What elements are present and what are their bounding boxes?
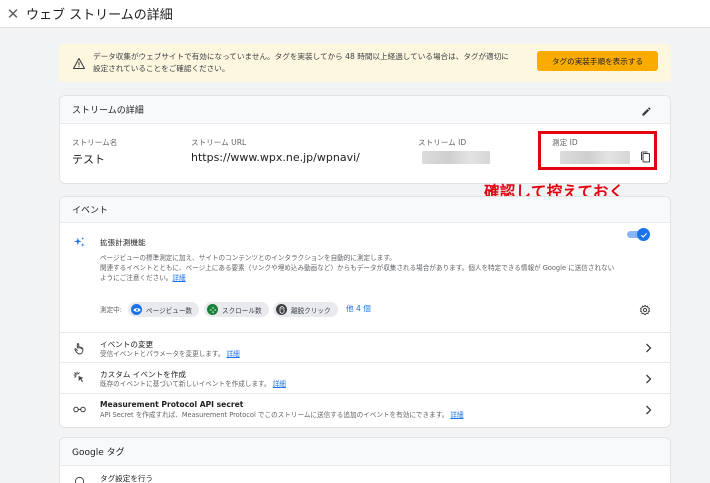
stream-id-label: ストリーム ID <box>418 138 467 147</box>
measurement-protocol-title: Measurement Protocol API secret <box>100 400 244 409</box>
create-custom-event-details-link[interactable]: 詳細 <box>273 380 286 388</box>
sparkle-icon <box>72 235 86 249</box>
chip-page-views[interactable]: ページビュー数 <box>128 302 200 317</box>
measuring-label: 測定中: <box>100 306 123 314</box>
stream-url-label: ストリーム URL <box>191 138 247 147</box>
alert-message: データ収集がウェブサイトで有効になっていません。タグを実装してから 48 時間以… <box>93 52 509 73</box>
stream-name-label: ストリーム名 <box>72 138 118 147</box>
view-tag-instructions-button[interactable]: タグの実装手順を表示する <box>537 51 658 71</box>
chip-scrolls[interactable]: スクロール数 <box>204 302 269 317</box>
measurement-id-highlight-box <box>538 131 657 170</box>
enhanced-measurement-description: ページビューの標準測定に加え、サイトのコンテンツとのインタラクションを自動的に測… <box>100 254 615 282</box>
mouse-icon <box>276 304 287 315</box>
modify-events-details-link[interactable]: 詳細 <box>227 350 240 358</box>
create-custom-event-description: 既存のイベントに基づいて新しいイベントを作成します。 詳細 <box>100 380 286 388</box>
magic-click-icon <box>72 370 86 384</box>
chevron-right-icon[interactable] <box>643 405 653 415</box>
settings-icon <box>72 474 86 483</box>
measurement-protocol-description: API Secret を作成すれば、Measurement Protocol で… <box>100 411 464 419</box>
top-bar: ✕ ウェブ ストリームの詳細 <box>0 0 710 28</box>
enhanced-measurement-toggle[interactable] <box>627 228 650 241</box>
stream-name-value: テスト <box>72 153 105 166</box>
warning-icon <box>65 57 93 69</box>
stream-url-value: https://www.wpx.ne.jp/wpnavi/ <box>191 151 360 164</box>
data-collection-alert: データ収集がウェブサイトで有効になっていません。タグを実装してから 48 時間以… <box>59 44 671 82</box>
configure-tag-settings-title[interactable]: タグ設定を行う <box>100 473 153 483</box>
eye-icon <box>131 304 142 315</box>
modify-events-description: 受信イベントとパラメータを変更します。 詳細 <box>100 350 240 358</box>
more-events-link[interactable]: 他 4 個 <box>346 304 371 314</box>
measurement-protocol-details-link[interactable]: 詳細 <box>450 411 463 419</box>
stream-id-value-redacted <box>422 151 490 164</box>
edit-icon[interactable] <box>639 104 653 118</box>
chevron-right-icon[interactable] <box>643 374 653 384</box>
enhanced-details-link[interactable]: 詳細 <box>172 274 185 282</box>
chevron-right-icon[interactable] <box>643 343 653 353</box>
google-tag-card: Google タグ タグ設定を行う <box>59 437 671 483</box>
events-card: イベント 拡張計測機能 ページビューの標準測定に加え、サイトのコンテンツとのイン… <box>59 196 671 428</box>
close-icon[interactable]: ✕ <box>2 3 24 25</box>
enhanced-measurement-title: 拡張計測機能 <box>100 238 146 247</box>
gear-icon[interactable] <box>638 303 652 317</box>
key-icon <box>72 402 86 416</box>
chip-outbound-clicks[interactable]: 離脱クリック <box>273 302 338 317</box>
events-header: イベント <box>60 197 670 223</box>
page-title: ウェブ ストリームの詳細 <box>26 8 173 23</box>
crosshair-icon <box>207 304 218 315</box>
touch-icon <box>72 341 86 355</box>
stream-details-header: ストリームの詳細 <box>60 96 670 124</box>
google-tag-header: Google タグ <box>60 438 670 466</box>
